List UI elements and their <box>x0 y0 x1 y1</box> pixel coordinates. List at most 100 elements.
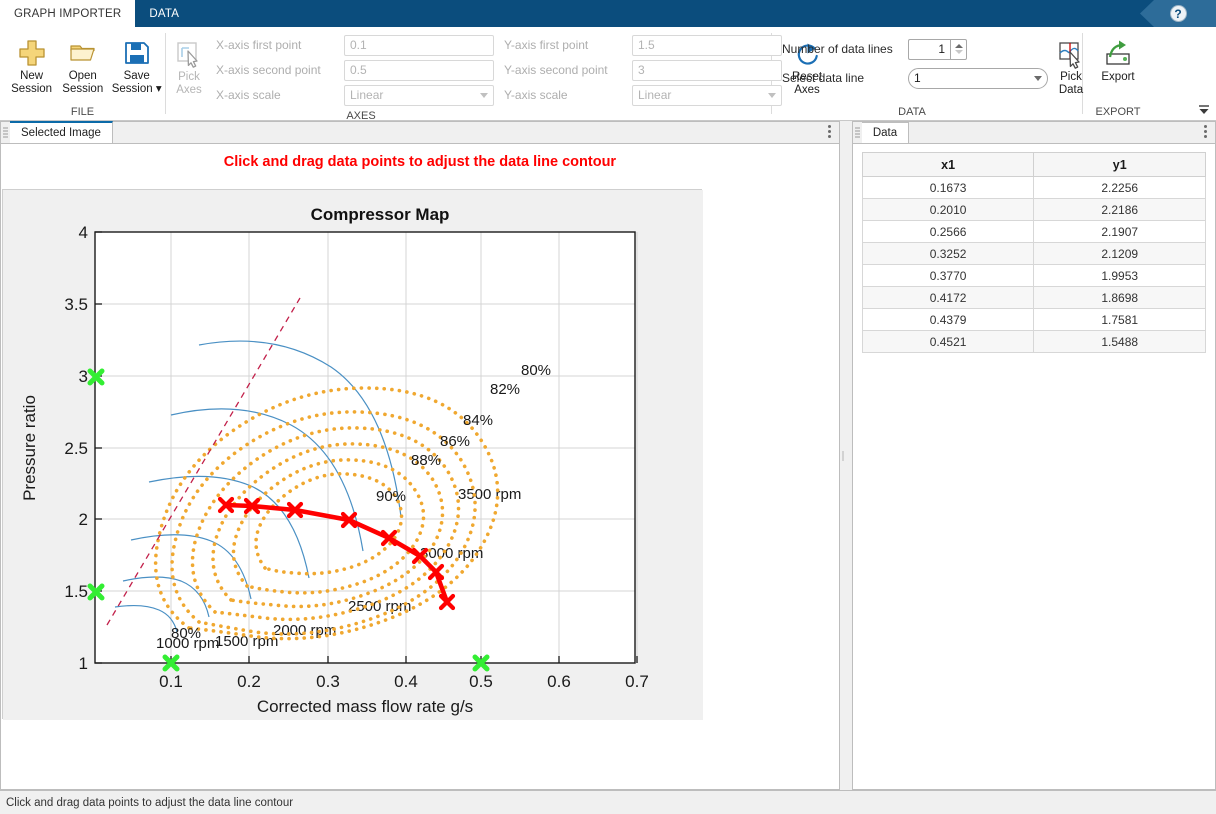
data-panel: Data x1 y1 0.1673 2.2256 0.2010 2.2186 0.256… <box>851 121 1216 790</box>
svg-text:4: 4 <box>79 223 88 242</box>
data-table-body: 0.1673 2.2256 0.2010 2.2186 0.2566 2.1907 0.32… <box>861 176 1206 353</box>
x-axis-first-point-row: X-axis first point 0.1 <box>216 33 494 57</box>
svg-text:82%: 82% <box>490 381 520 398</box>
chevron-down-icon <box>480 92 488 98</box>
ribbon-group-file: New Session Open Session Save Session ▾ … <box>0 27 165 120</box>
pick-axes-label-line2: Axes <box>176 84 202 96</box>
y-axis-second-point-input[interactable]: 3 <box>632 59 782 81</box>
table-cell-y1[interactable]: 1.7581 <box>1033 308 1206 331</box>
help-question-icon: ? <box>1169 5 1187 22</box>
y-axis-second-point-row: Y-axis second point 3 <box>504 58 782 82</box>
chart-title: Compressor Map <box>311 205 450 224</box>
table-cell-y1[interactable]: 2.1907 <box>1033 220 1206 243</box>
table-cell-x1[interactable]: 0.3770 <box>861 264 1035 287</box>
data-table-container[interactable]: x1 y1 0.1673 2.2256 0.2010 2.2186 0.2566 2.19… <box>852 144 1215 789</box>
table-cell-y1[interactable]: 2.2256 <box>1033 176 1206 199</box>
tab-data[interactable]: Data <box>861 121 910 143</box>
panel-grip-handle[interactable] <box>1 122 10 143</box>
ribbon-group-axes: Pick Axes X-axis first point 0.1 X-axis … <box>166 27 822 122</box>
table-cell-x1[interactable]: 0.4379 <box>861 308 1035 331</box>
save-session-button[interactable]: Save Session ▾ <box>108 33 165 96</box>
table-row[interactable]: 0.4379 1.7581 <box>861 308 1206 331</box>
table-cell-x1[interactable]: 0.2566 <box>861 220 1035 243</box>
table-cell-x1[interactable]: 0.1673 <box>861 176 1035 199</box>
collapse-ribbon-icon[interactable] <box>1196 102 1212 118</box>
pick-data-button[interactable]: Pick Data <box>1056 33 1086 97</box>
export-label: Export <box>1101 71 1135 83</box>
x-axis-scale-select[interactable]: Linear <box>344 84 494 106</box>
table-row[interactable]: 0.2566 2.1907 <box>861 220 1206 243</box>
table-cell-y1[interactable]: 2.1209 <box>1033 242 1206 265</box>
select-data-line-row: Select data line 1 <box>782 66 1048 90</box>
ribbon-group-export-label: EXPORT <box>1095 106 1141 118</box>
new-session-button[interactable]: New Session <box>6 33 57 96</box>
table-cell-x1[interactable]: 0.2010 <box>861 198 1035 221</box>
svg-text:0.4: 0.4 <box>394 672 418 691</box>
table-row[interactable]: 0.4172 1.8698 <box>861 286 1206 309</box>
x-axis-second-point-label: X-axis second point <box>216 63 321 77</box>
table-cell-x1[interactable]: 0.4521 <box>861 330 1035 353</box>
table-cell-x1[interactable]: 0.4172 <box>861 286 1035 309</box>
svg-text:2.5: 2.5 <box>64 439 88 458</box>
ribbon-group-data-label: DATA <box>898 106 926 118</box>
spinner-down-icon[interactable] <box>954 50 963 54</box>
x-axis-scale-value: Linear <box>350 88 384 102</box>
svg-text:1: 1 <box>79 654 88 673</box>
y-axis-scale-select[interactable]: Linear <box>632 84 782 106</box>
data-table: x1 y1 0.1673 2.2256 0.2010 2.2186 0.2566 2.19… <box>861 152 1206 353</box>
image-canvas[interactable]: Click and drag data points to adjust the… <box>1 144 839 789</box>
number-of-data-lines-input[interactable]: 1 <box>908 38 950 60</box>
table-cell-x1[interactable]: 0.3252 <box>861 242 1035 265</box>
more-options-icon[interactable] <box>827 125 831 140</box>
x-axis-first-point-input[interactable]: 0.1 <box>344 34 494 56</box>
compressor-map-svg[interactable]: Compressor Map 4 3.5 3 2.5 2 1.5 1 0.1 0… <box>3 190 703 720</box>
table-row[interactable]: 0.3252 2.1209 <box>861 242 1206 265</box>
y-axis-scale-label: Y-axis scale <box>504 88 568 102</box>
number-of-data-lines-row: Number of data lines 1 <box>782 37 1048 61</box>
table-cell-y1[interactable]: 1.9953 <box>1033 264 1206 287</box>
chart-ylabel: Pressure ratio <box>20 395 39 501</box>
x-axis-fields: X-axis first point 0.1 X-axis second poi… <box>216 33 494 108</box>
spinner-buttons[interactable] <box>950 38 967 60</box>
panel-grip-handle[interactable] <box>853 122 862 143</box>
save-session-label-line2: Session ▾ <box>111 83 162 95</box>
ribbon-tab-strip: GRAPH IMPORTER DATA ? <box>0 0 1216 27</box>
folder-open-icon <box>68 36 98 70</box>
tab-selected-image[interactable]: Selected Image <box>10 121 113 143</box>
ribbon-tab-data[interactable]: DATA <box>135 0 193 27</box>
select-data-line-label: Select data line <box>782 71 865 85</box>
column-header-x1[interactable]: x1 <box>861 152 1035 177</box>
open-session-button[interactable]: Open Session <box>57 33 108 96</box>
ribbon-tab-graph-importer[interactable]: GRAPH IMPORTER <box>0 0 136 27</box>
help-button[interactable]: ? <box>1140 0 1216 27</box>
more-options-icon[interactable] <box>1204 125 1207 140</box>
svg-text:0.7: 0.7 <box>625 672 649 691</box>
table-row[interactable]: 0.2010 2.2186 <box>861 198 1206 221</box>
chevron-down-icon <box>1034 75 1042 81</box>
table-cell-y1[interactable]: 1.5488 <box>1033 330 1206 353</box>
pick-data-cursor-icon <box>1056 37 1086 71</box>
svg-text:3500 rpm: 3500 rpm <box>458 486 521 503</box>
panel-splitter[interactable] <box>840 121 846 790</box>
compressor-map-figure[interactable]: Compressor Map 4 3.5 3 2.5 2 1.5 1 0.1 0… <box>2 189 703 720</box>
table-cell-y1[interactable]: 2.2186 <box>1033 198 1206 221</box>
svg-text:3: 3 <box>79 367 88 386</box>
export-button[interactable]: Export <box>1090 33 1146 84</box>
ribbon-toolbar: New Session Open Session Save Session ▾ … <box>0 27 1216 122</box>
table-row[interactable]: 0.4521 1.5488 <box>861 330 1206 353</box>
x-axis-scale-row: X-axis scale Linear <box>216 83 494 107</box>
table-cell-y1[interactable]: 1.8698 <box>1033 286 1206 309</box>
pick-axes-button[interactable]: Pick Axes <box>174 33 204 97</box>
number-of-data-lines-stepper[interactable]: 1 <box>908 38 967 60</box>
table-row[interactable]: 0.3770 1.9953 <box>861 264 1206 287</box>
status-bar: Click and drag data points to adjust the… <box>0 790 1216 814</box>
column-header-y1[interactable]: y1 <box>1033 152 1206 177</box>
status-message: Click and drag data points to adjust the… <box>6 796 294 809</box>
x-axis-second-point-input[interactable]: 0.5 <box>344 59 494 81</box>
y-axis-first-point-input[interactable]: 1.5 <box>632 34 782 56</box>
pick-axes-cursor-icon <box>174 37 204 71</box>
svg-text:3000 rpm: 3000 rpm <box>420 545 483 562</box>
table-row[interactable]: 0.1673 2.2256 <box>861 176 1206 199</box>
select-data-line-dropdown[interactable]: 1 <box>908 67 1048 89</box>
spinner-up-icon[interactable] <box>954 44 963 48</box>
